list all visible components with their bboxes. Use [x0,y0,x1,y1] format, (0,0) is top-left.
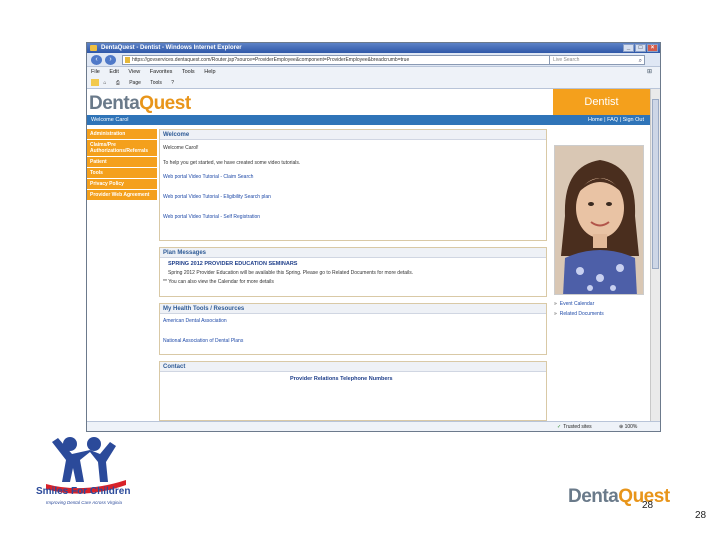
footer-dentaquest-logo: DentaQuest [568,486,670,508]
minimize-button[interactable]: _ [623,44,634,52]
search-placeholder: Live Search [553,57,580,63]
dentaquest-logo[interactable]: DentaQuest [89,93,191,115]
contact-title: Provider Relations Telephone Numbers [290,376,393,382]
account-links[interactable]: Home | FAQ | Sign Out [588,115,644,125]
welcome-header: Welcome [160,130,546,140]
search-icon[interactable]: ⌕ [639,57,642,65]
side-link-label: Event Calendar [559,301,595,307]
command-bar: ⌂ ⎙ Page Tools ? [87,77,660,89]
menu-file[interactable]: File [91,69,100,75]
zoom-level[interactable]: ⊕ 100% [619,422,637,432]
tools-menu[interactable]: Tools [150,80,162,86]
window-controls: _ □ × [623,44,658,52]
ie-icon [90,45,97,51]
welcome-user: Welcome Carol [91,117,129,123]
address-bar[interactable]: https://govservices.dentaquest.com/Route… [122,55,552,65]
welcome-intro: To help you get started, we have created… [163,160,301,166]
nav-claims[interactable]: Claims/Pre Authorizations/Referrals [87,140,157,157]
lock-icon [125,57,130,63]
side-link-label: Related Documents [559,311,604,317]
page-icon[interactable]: ⊞ [647,67,652,77]
video-link-eligibility[interactable]: Web portal Video Tutorial - Eligibility … [163,194,271,200]
page-viewport: DentaQuest Dentist Welcome Carol Home | … [87,89,650,421]
zoom-value: 100% [624,424,638,430]
welcome-bar: Welcome Carol Home | FAQ | Sign Out [87,115,650,125]
check-icon: ✓ [557,424,562,430]
security-zone-label: Trusted sites [563,424,592,430]
video-link-claim-search[interactable]: Web portal Video Tutorial - Claim Search [163,174,253,180]
title-bar: DentaQuest - Dentist - Windows Internet … [87,43,660,53]
link-ada[interactable]: American Dental Association [163,318,227,324]
child-photo [554,145,644,295]
browser-window: DentaQuest - Dentist - Windows Internet … [86,42,661,432]
page-menu[interactable]: Page [129,80,141,86]
plan-message-note: ** You can also view the Calendar for mo… [163,279,274,285]
footer-logo-text-a: Denta [568,486,619,507]
page-number-corner: 28 [695,510,707,521]
security-zone: ✓ Trusted sites [557,422,592,432]
logo-text-b: Quest [139,93,191,114]
address-row: ‹ › https://govservices.dentaquest.com/R… [87,53,660,67]
menu-tools[interactable]: Tools [182,69,195,75]
window-title: DentaQuest - Dentist - Windows Internet … [101,45,242,51]
welcome-panel: Welcome Welcome Carol! To help you get s… [159,129,547,241]
vertical-scrollbar[interactable] [650,89,660,421]
help-icon[interactable]: ? [171,80,174,86]
side-link-related-docs[interactable]: » Related Documents [554,311,604,317]
plan-message-body: Spring 2012 Provider Education will be a… [168,270,414,276]
smiles-tagline: Improving Dental Care Across Virginia [46,500,123,505]
plan-messages-header: Plan Messages [160,248,546,258]
menu-edit[interactable]: Edit [109,69,118,75]
contact-panel: Contact Provider Relations Telephone Num… [159,361,547,421]
logo-text-a: Denta [89,93,140,114]
menu-favorites[interactable]: Favorites [150,69,173,75]
url-text: https://govservices.dentaquest.com/Route… [132,57,410,63]
nav-patient[interactable]: Patient [87,157,157,168]
role-banner: Dentist [553,89,650,115]
bullet-icon: » [554,311,557,317]
maximize-button[interactable]: □ [635,44,646,52]
search-input[interactable]: Live Search ⌕ [549,55,645,65]
plan-messages-panel: Plan Messages SPRING 2012 PROVIDER EDUCA… [159,247,547,297]
tools-header: My Health Tools / Resources [160,304,546,314]
forward-icon[interactable]: › [105,55,116,65]
link-nadp[interactable]: National Association of Dental Plans [163,338,243,344]
menu-help[interactable]: Help [204,69,215,75]
side-link-event-calendar[interactable]: » Event Calendar [554,301,604,307]
status-bar: ✓ Trusted sites ⊕ 100% [87,421,660,431]
back-icon[interactable]: ‹ [91,55,102,65]
contact-header: Contact [160,362,546,372]
nav-privacy-policy[interactable]: Privacy Policy [87,179,157,190]
home-icon[interactable]: ⌂ [103,80,106,86]
scrollbar-thumb[interactable] [652,99,659,269]
favorites-star-icon[interactable] [91,79,99,87]
bullet-icon: » [554,301,557,307]
tools-panel: My Health Tools / Resources American Den… [159,303,547,355]
nav-provider-agreement[interactable]: Provider Web Agreement [87,190,157,201]
side-navigation: Administration Claims/Pre Authorizations… [87,129,157,201]
menu-bar: File Edit View Favorites Tools Help ⊞ [87,67,660,77]
child-photo-illustration [555,146,643,294]
nav-administration[interactable]: Administration [87,129,157,140]
nav-tools[interactable]: Tools [87,168,157,179]
menu-view[interactable]: View [128,69,140,75]
side-links: » Event Calendar » Related Documents [554,301,604,321]
print-icon[interactable]: ⎙ [116,80,120,86]
close-button[interactable]: × [647,44,658,52]
smiles-for-children-title: Smiles For Children [36,486,131,497]
page-number-inline: 28 [642,500,654,511]
welcome-greeting: Welcome Carol! [163,145,199,151]
plan-message-title: SPRING 2012 PROVIDER EDUCATION SEMINARS [168,261,298,267]
video-link-self-registration[interactable]: Web portal Video Tutorial - Self Registr… [163,214,260,220]
